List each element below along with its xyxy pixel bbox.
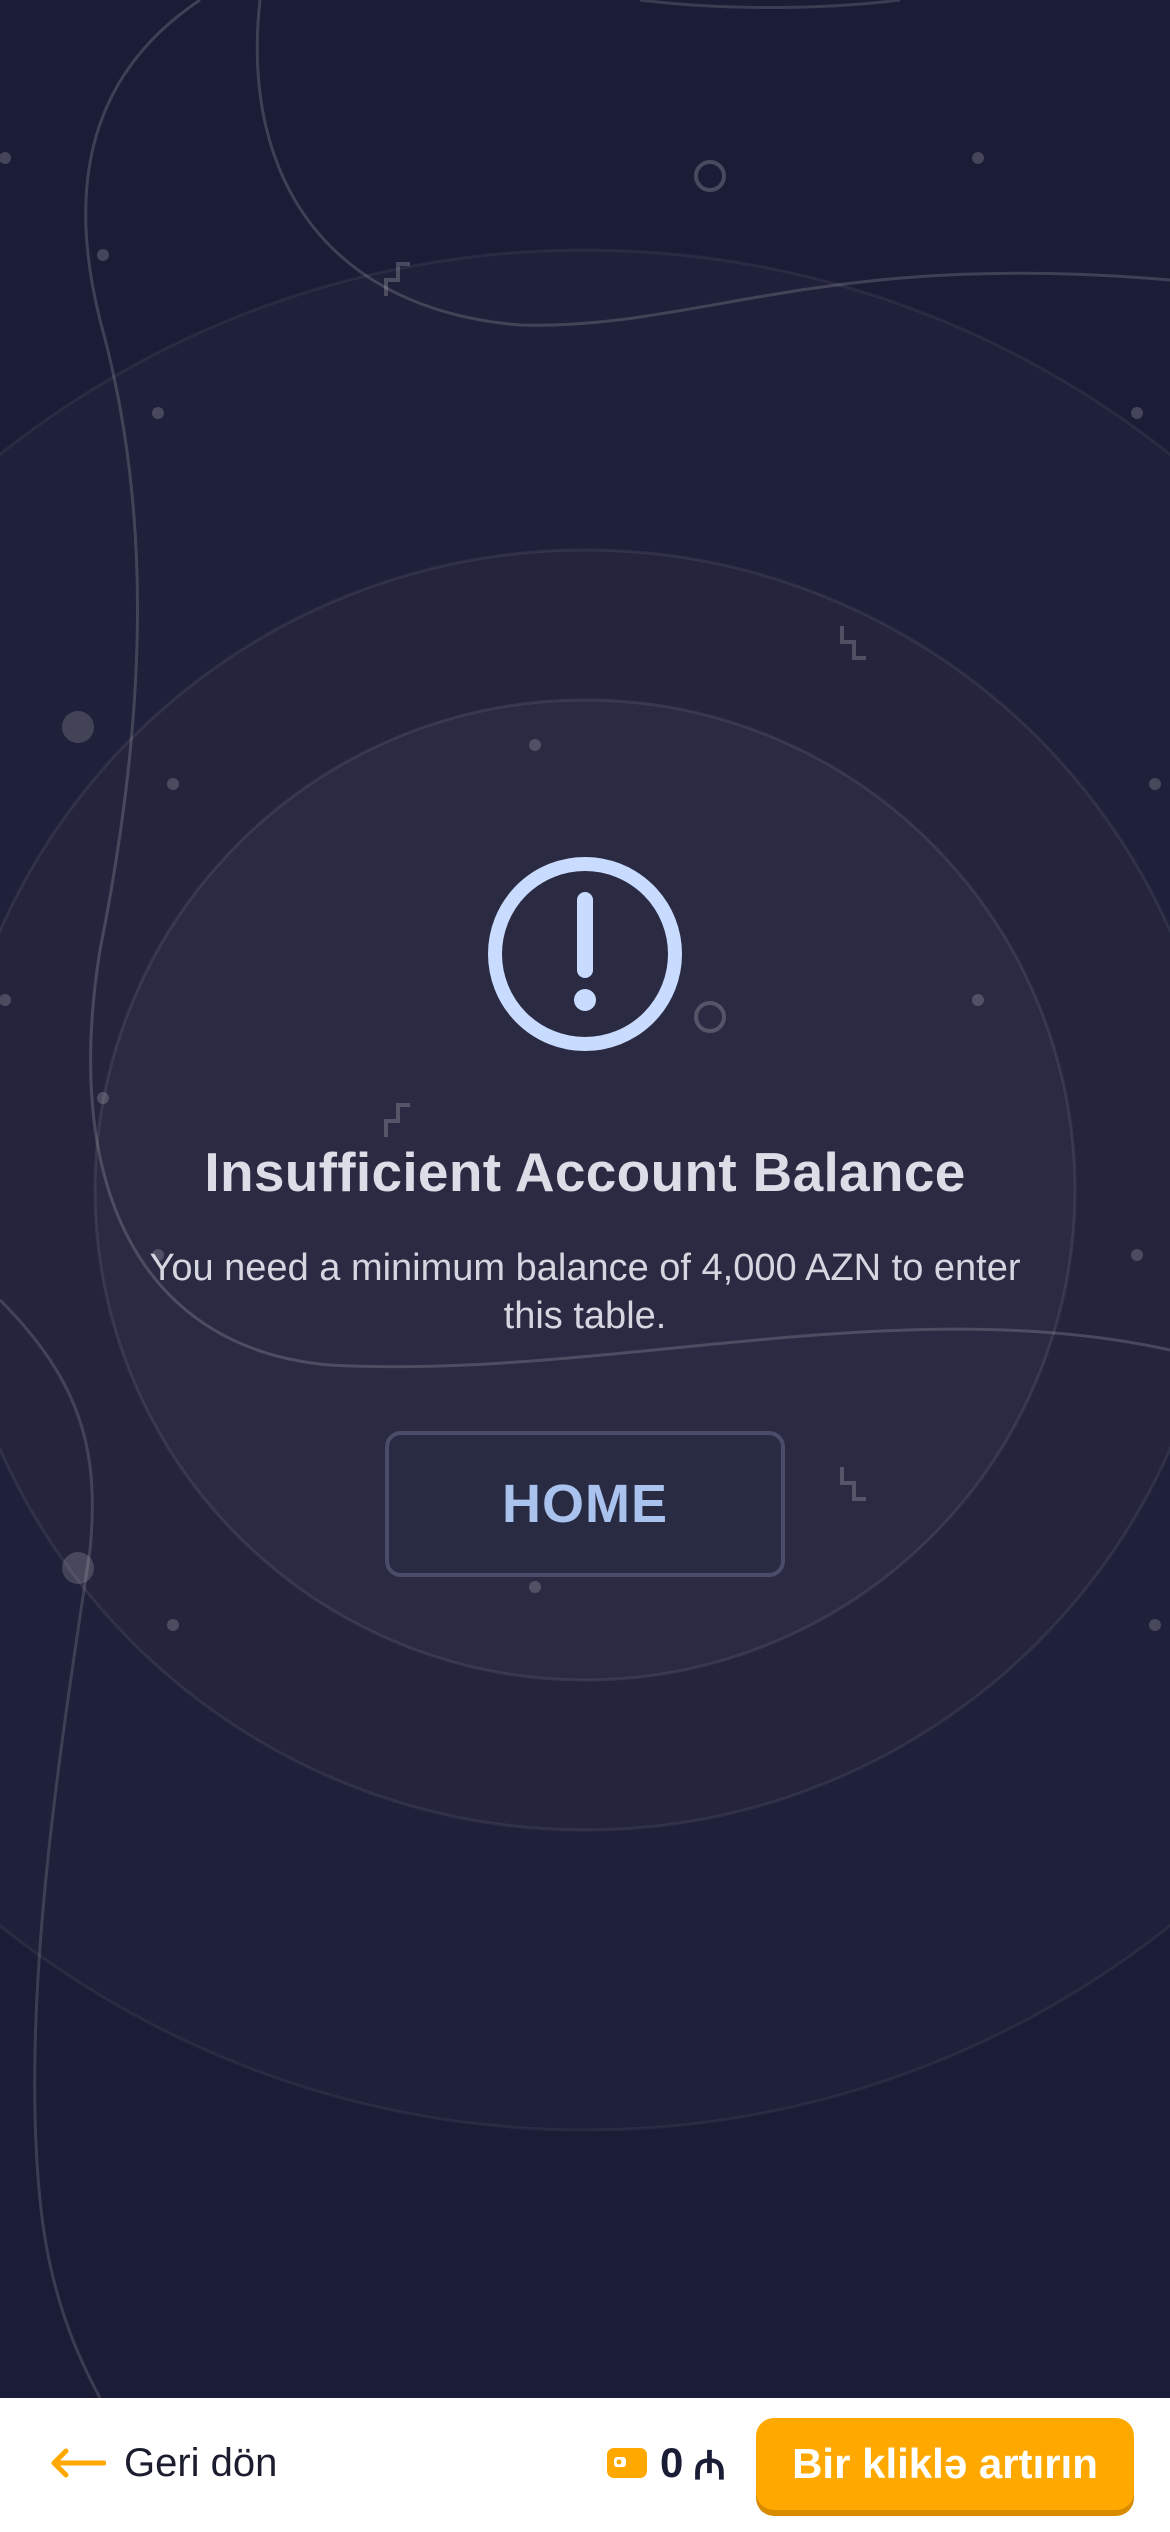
game-screen: Insufficient Account Balance You need a … <box>0 0 1170 2398</box>
bottom-bar: Geri dön 0 ₼ Bir kliklə artırın <box>0 2398 1170 2532</box>
balance-value: 0 <box>660 2439 684 2486</box>
dialog-title: Insufficient Account Balance <box>204 1141 966 1203</box>
back-label: Geri dön <box>124 2440 278 2485</box>
dialog-message: You need a minimum balance of 4,000 AZN … <box>149 1247 1021 1337</box>
home-button[interactable]: HOME <box>385 1431 785 1577</box>
quick-deposit-button[interactable]: Bir kliklə artırın <box>756 2418 1134 2510</box>
balance-display: 0 ₼ <box>606 2428 726 2498</box>
currency-symbol: ₼ <box>693 2443 726 2488</box>
back-button[interactable]: Geri dön <box>50 2428 277 2498</box>
wallet-icon <box>607 2448 647 2478</box>
insufficient-balance-dialog: Insufficient Account Balance You need a … <box>0 0 1170 2398</box>
exclamation-circle-icon <box>488 857 682 1051</box>
arrow-left-icon <box>51 2448 106 2478</box>
